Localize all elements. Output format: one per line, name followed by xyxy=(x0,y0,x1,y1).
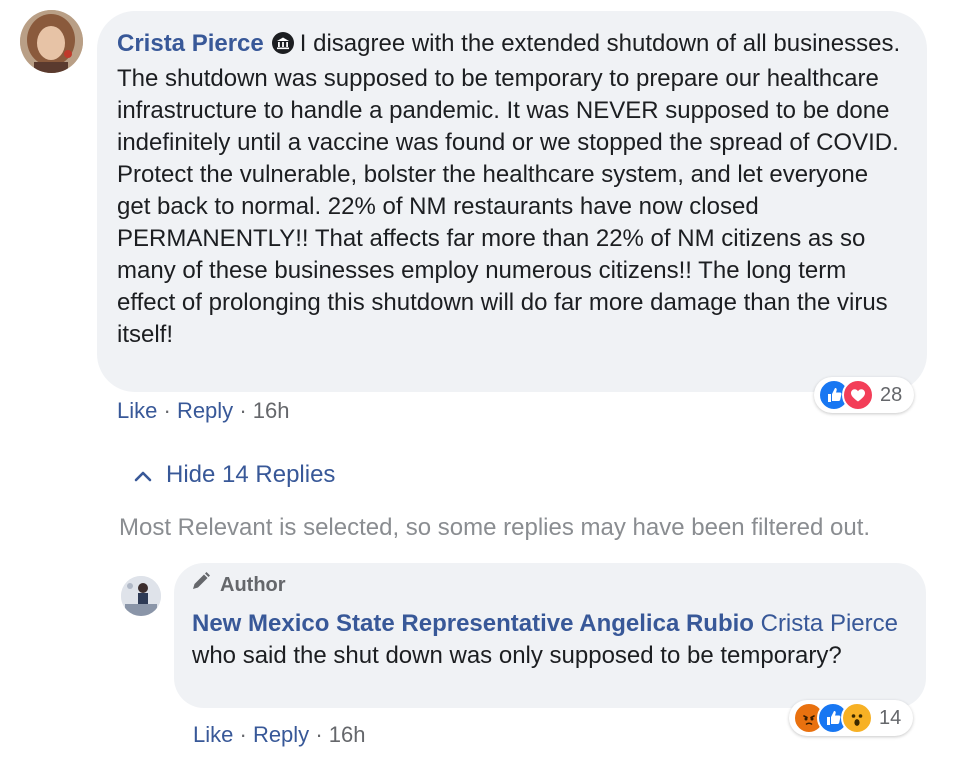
comment-body: Crista Pierce I disagree with the extende… xyxy=(117,28,907,351)
comment-author-name[interactable]: Crista Pierce xyxy=(117,30,264,57)
filter-notice: Most Relevant is selected, so some repli… xyxy=(119,514,871,541)
hide-replies-label: Hide 14 Replies xyxy=(166,461,336,488)
mention-link[interactable]: Crista Pierce xyxy=(761,610,898,637)
commenter-avatar[interactable] xyxy=(20,10,83,73)
reply-author-avatar[interactable] xyxy=(121,576,161,616)
reply-reactions[interactable]: 14 xyxy=(789,700,914,736)
comment-reactions[interactable]: 28 xyxy=(814,377,915,413)
comment-timestamp[interactable]: 16h xyxy=(253,398,290,423)
reply-timestamp[interactable]: 16h xyxy=(329,722,366,747)
love-reaction-icon xyxy=(842,379,874,411)
wow-reaction-icon xyxy=(841,702,873,734)
separator: · xyxy=(239,722,247,747)
separator: · xyxy=(315,722,323,747)
like-button[interactable]: Like xyxy=(193,722,233,747)
reply-actions: Like · Reply · 16h xyxy=(193,722,365,748)
author-badge: Author xyxy=(190,572,286,598)
reply-body: New Mexico State Representative Angelica… xyxy=(192,608,902,672)
pencil-icon xyxy=(190,572,220,598)
government-official-icon xyxy=(271,31,294,63)
hide-replies-button[interactable]: Hide 14 Replies xyxy=(134,461,335,489)
comment-text: I disagree with the extended shutdown of… xyxy=(117,30,901,348)
like-button[interactable]: Like xyxy=(117,398,157,423)
reply-text: who said the shut down was only supposed… xyxy=(192,642,842,669)
reaction-count: 28 xyxy=(880,383,903,406)
reply-button[interactable]: Reply xyxy=(177,398,233,423)
reaction-count: 14 xyxy=(879,706,902,729)
chevron-up-icon xyxy=(134,461,166,489)
comment-actions: Like · Reply · 16h xyxy=(117,398,289,424)
separator: · xyxy=(163,398,171,423)
author-badge-label: Author xyxy=(220,573,286,596)
separator: · xyxy=(239,398,247,423)
reply-button[interactable]: Reply xyxy=(253,722,309,747)
reply-author-name[interactable]: New Mexico State Representative Angelica… xyxy=(192,610,754,637)
